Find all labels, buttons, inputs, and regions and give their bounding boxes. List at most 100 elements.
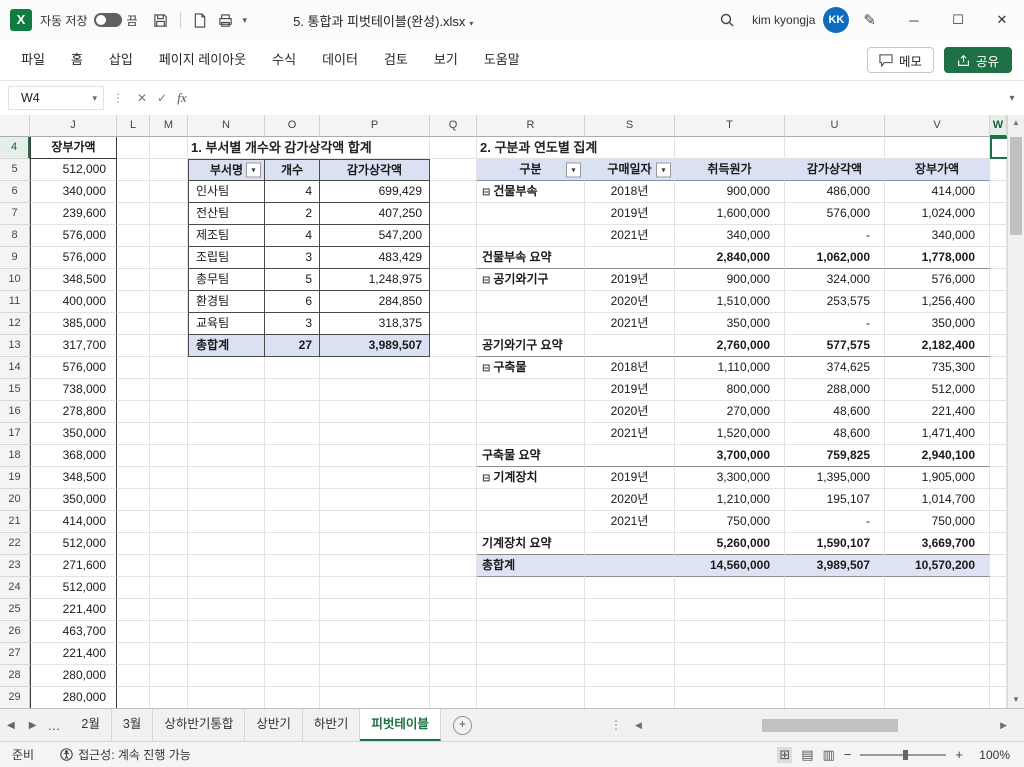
cell-M13[interactable] bbox=[150, 335, 188, 357]
ribbon-tab-검토[interactable]: 검토 bbox=[371, 41, 421, 79]
cell-Q22[interactable] bbox=[430, 533, 477, 555]
cell-O24[interactable] bbox=[265, 577, 320, 599]
cell-W17[interactable] bbox=[990, 423, 1007, 445]
collapse-group-icon[interactable]: ⊟ bbox=[482, 473, 490, 484]
cell-S10[interactable]: 2019년 bbox=[585, 269, 675, 291]
cell-R21[interactable] bbox=[477, 511, 585, 533]
row-header-11[interactable]: 11 bbox=[0, 291, 30, 313]
avatar[interactable]: KK bbox=[823, 7, 850, 33]
cell-S23[interactable] bbox=[585, 555, 675, 577]
cell-P14[interactable] bbox=[320, 357, 430, 379]
cell-V23[interactable]: 10,570,200 bbox=[885, 555, 990, 577]
cell-J29[interactable]: 280,000 bbox=[30, 687, 117, 709]
cell-V27[interactable] bbox=[885, 643, 990, 665]
cell-N6[interactable]: 인사팀 bbox=[188, 181, 265, 203]
cell-L24[interactable] bbox=[117, 577, 150, 599]
cell-M18[interactable] bbox=[150, 445, 188, 467]
cell-M24[interactable] bbox=[150, 577, 188, 599]
cell-O29[interactable] bbox=[265, 687, 320, 709]
cell-P24[interactable] bbox=[320, 577, 430, 599]
cell-P15[interactable] bbox=[320, 379, 430, 401]
cell-U9[interactable]: 1,062,000 bbox=[785, 247, 885, 269]
cell-P9[interactable]: 483,429 bbox=[320, 247, 430, 269]
cell-M15[interactable] bbox=[150, 379, 188, 401]
row-header-14[interactable]: 14 bbox=[0, 357, 30, 379]
row-header-18[interactable]: 18 bbox=[0, 445, 30, 467]
cell-P26[interactable] bbox=[320, 621, 430, 643]
cell-S20[interactable]: 2020년 bbox=[585, 489, 675, 511]
cell-R16[interactable] bbox=[477, 401, 585, 423]
cell-U10[interactable]: 324,000 bbox=[785, 269, 885, 291]
cell-T25[interactable] bbox=[675, 599, 785, 621]
cell-U25[interactable] bbox=[785, 599, 885, 621]
cell-J25[interactable]: 221,400 bbox=[30, 599, 117, 621]
cell-M8[interactable] bbox=[150, 225, 188, 247]
cell-S29[interactable] bbox=[585, 687, 675, 709]
cell-J20[interactable]: 350,000 bbox=[30, 489, 117, 511]
cell-R19[interactable]: ⊟ 기계장치 bbox=[477, 467, 585, 489]
cell-O21[interactable] bbox=[265, 511, 320, 533]
cell-N17[interactable] bbox=[188, 423, 265, 445]
cell-R7[interactable] bbox=[477, 203, 585, 225]
cell-W8[interactable] bbox=[990, 225, 1007, 247]
sheet-tab-상하반기통합[interactable]: 상하반기통합 bbox=[153, 709, 246, 741]
cell-R27[interactable] bbox=[477, 643, 585, 665]
row-header-22[interactable]: 22 bbox=[0, 533, 30, 555]
cell-J17[interactable]: 350,000 bbox=[30, 423, 117, 445]
row-header-21[interactable]: 21 bbox=[0, 511, 30, 533]
cell-Q12[interactable] bbox=[430, 313, 477, 335]
horizontal-scrollbar[interactable]: ◀ ▶ bbox=[630, 717, 1012, 733]
zoom-slider[interactable] bbox=[860, 749, 947, 760]
cell-T28[interactable] bbox=[675, 665, 785, 687]
cell-S14[interactable]: 2018년 bbox=[585, 357, 675, 379]
sheet-tab-2월[interactable]: 2월 bbox=[70, 709, 112, 741]
horizontal-scroll-thumb[interactable] bbox=[761, 718, 898, 732]
cell-R18[interactable]: 구축물 요약 bbox=[477, 445, 585, 467]
cell-L8[interactable] bbox=[117, 225, 150, 247]
cell-W9[interactable] bbox=[990, 247, 1007, 269]
cell-W22[interactable] bbox=[990, 533, 1007, 555]
cell-Q25[interactable] bbox=[430, 599, 477, 621]
cell-V13[interactable]: 2,182,400 bbox=[885, 335, 990, 357]
cell-N10[interactable]: 총무팀 bbox=[188, 269, 265, 291]
vertical-scroll-thumb[interactable] bbox=[1010, 137, 1022, 235]
cell-J23[interactable]: 271,600 bbox=[30, 555, 117, 577]
cell-M27[interactable] bbox=[150, 643, 188, 665]
cell-V6[interactable]: 414,000 bbox=[885, 181, 990, 203]
cell-M25[interactable] bbox=[150, 599, 188, 621]
cell-R26[interactable] bbox=[477, 621, 585, 643]
cell-U12[interactable]: - bbox=[785, 313, 885, 335]
cell-V21[interactable]: 750,000 bbox=[885, 511, 990, 533]
cell-L18[interactable] bbox=[117, 445, 150, 467]
cell-N12[interactable]: 교육팀 bbox=[188, 313, 265, 335]
cell-W10[interactable] bbox=[990, 269, 1007, 291]
cell-J27[interactable]: 221,400 bbox=[30, 643, 117, 665]
col-header-T[interactable]: T bbox=[675, 115, 785, 137]
cell-O20[interactable] bbox=[265, 489, 320, 511]
cell-J18[interactable]: 368,000 bbox=[30, 445, 117, 467]
ribbon-tab-데이터[interactable]: 데이터 bbox=[309, 41, 371, 79]
cell-L16[interactable] bbox=[117, 401, 150, 423]
cell-O10[interactable]: 5 bbox=[265, 269, 320, 291]
cell-P19[interactable] bbox=[320, 467, 430, 489]
cell-W15[interactable] bbox=[990, 379, 1007, 401]
cell-T14[interactable]: 1,110,000 bbox=[675, 357, 785, 379]
cell-R25[interactable] bbox=[477, 599, 585, 621]
sheet-tab-하반기[interactable]: 하반기 bbox=[303, 709, 361, 741]
sheet-tab-피벗테이블[interactable]: 피벗테이블 bbox=[360, 709, 441, 741]
cell-V20[interactable]: 1,014,700 bbox=[885, 489, 990, 511]
share-button[interactable]: 공유 bbox=[943, 47, 1012, 73]
cell-V10[interactable]: 576,000 bbox=[885, 269, 990, 291]
formula-input[interactable] bbox=[202, 86, 1000, 110]
cell-J6[interactable]: 340,000 bbox=[30, 181, 117, 203]
sheet-tab-상반기[interactable]: 상반기 bbox=[245, 709, 303, 741]
cell-Q29[interactable] bbox=[430, 687, 477, 709]
cell-U29[interactable] bbox=[785, 687, 885, 709]
cell-P22[interactable] bbox=[320, 533, 430, 555]
cell-M17[interactable] bbox=[150, 423, 188, 445]
cell-P21[interactable] bbox=[320, 511, 430, 533]
maximize-button[interactable]: ☐ bbox=[936, 0, 980, 40]
cell-W29[interactable] bbox=[990, 687, 1007, 709]
cell-R14[interactable]: ⊟ 구축물 bbox=[477, 357, 585, 379]
cell-P6[interactable]: 699,429 bbox=[320, 181, 430, 203]
